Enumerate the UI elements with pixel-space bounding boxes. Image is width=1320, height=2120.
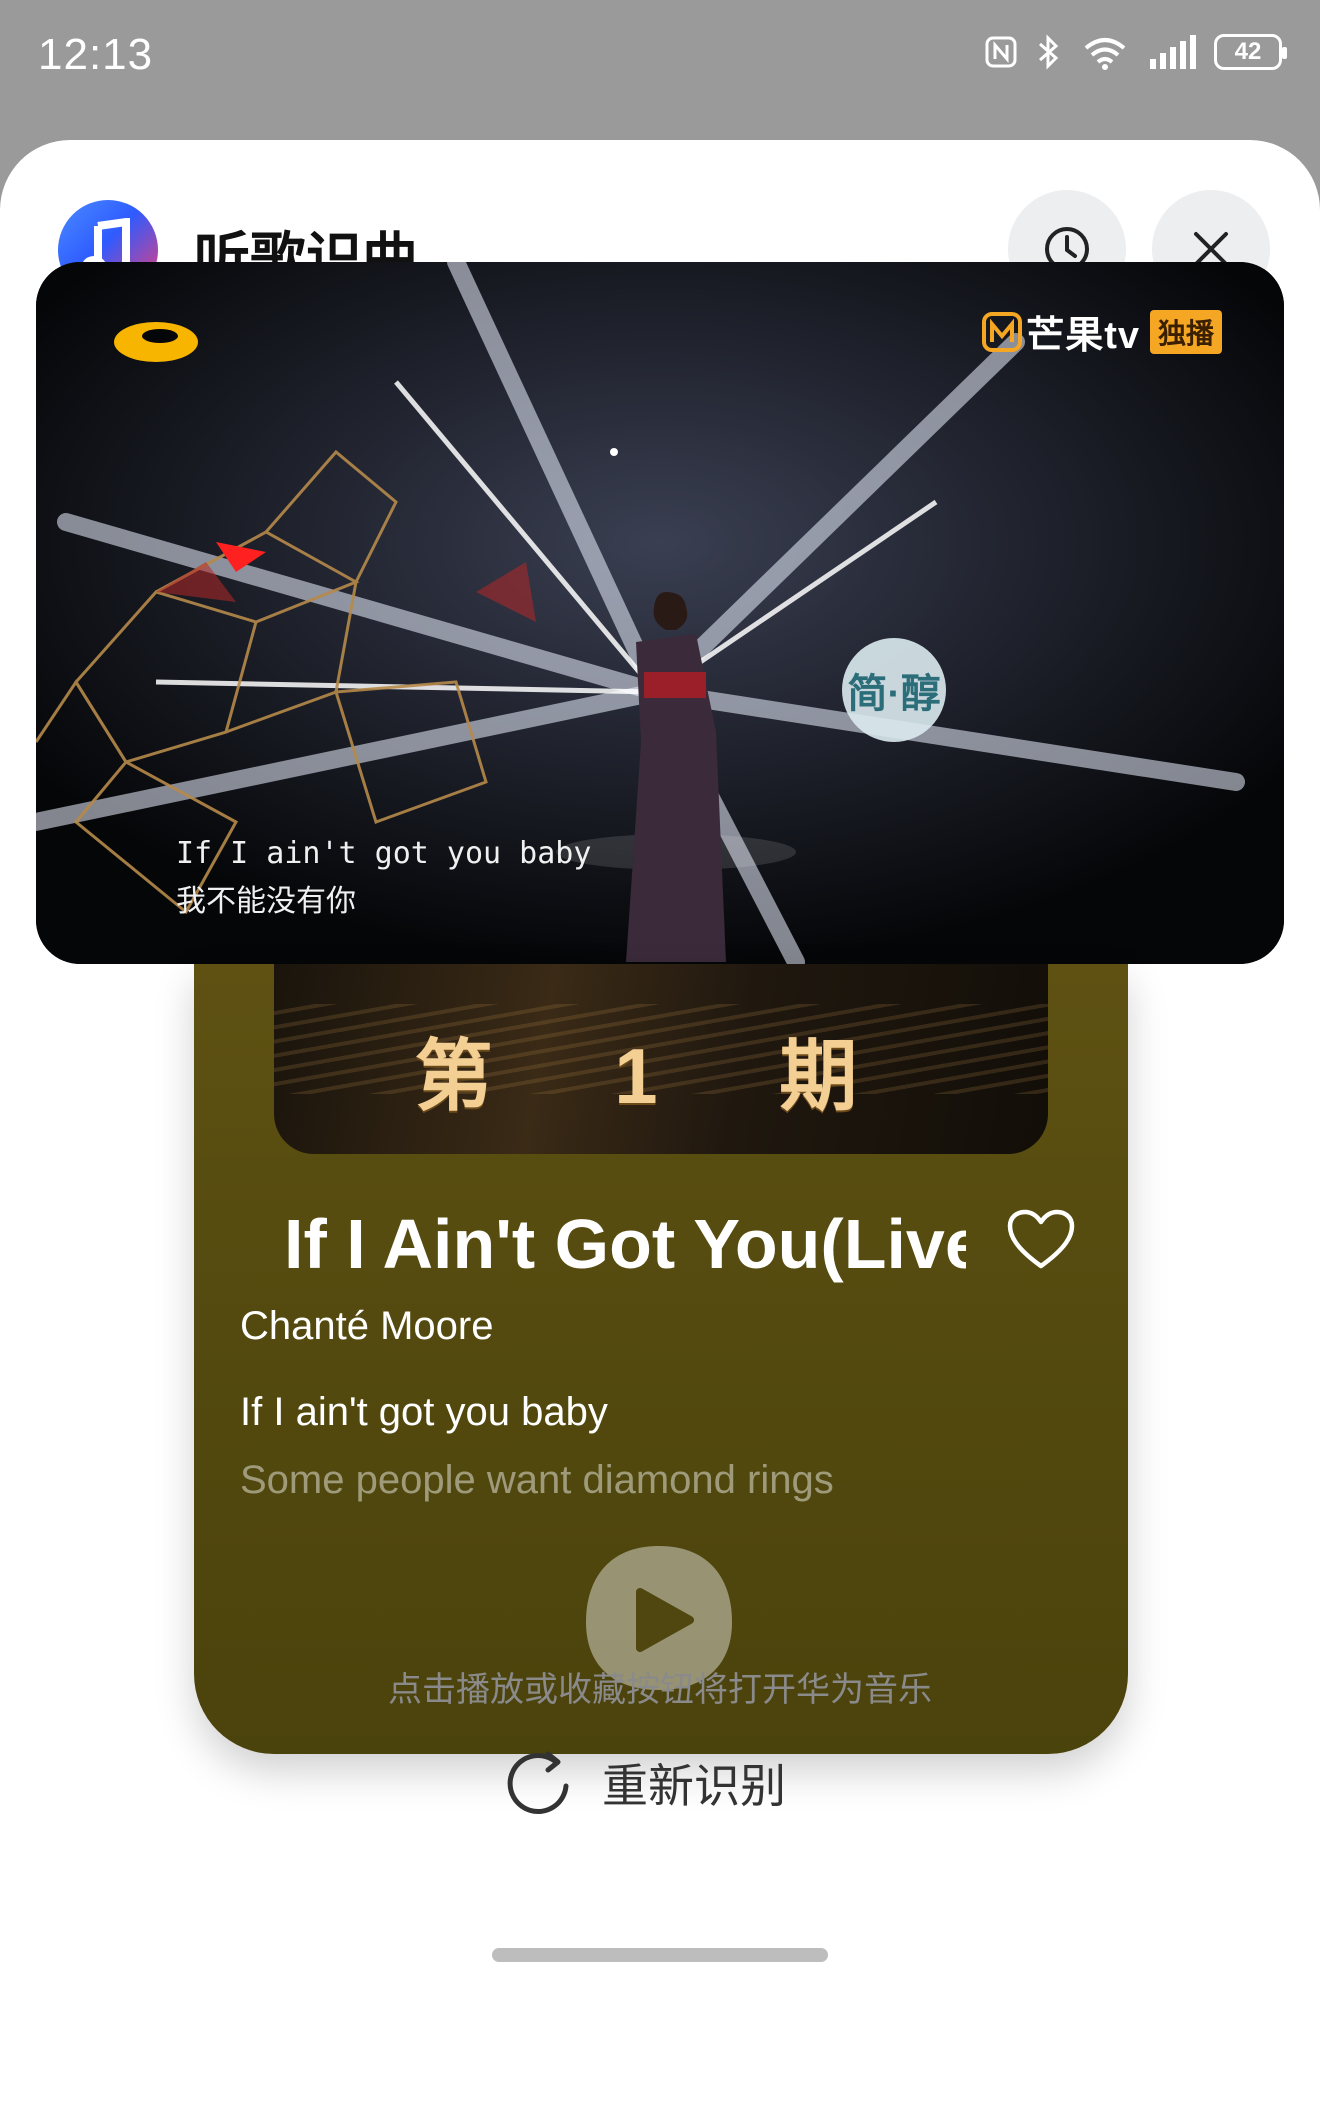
mango-m-icon [982,311,1023,352]
cover-label: 第 1 期 [414,1032,908,1120]
nfc-icon [985,36,1017,68]
open-app-hint: 点击播放或收藏按钮将打开华为音乐 [388,1671,932,1709]
battery-level: 42 [1234,38,1262,65]
bluetooth-icon [1039,34,1059,70]
status-bar: 12:13 42 [0,0,1320,120]
song-card: 第 1 期 If I Ain't Got You(Live) Chanté Mo… [194,964,1128,1754]
lyric-current-line: If I ain't got you baby [240,1390,608,1434]
channel-name: 芒果tv [1026,315,1140,357]
refresh-icon [507,1751,569,1814]
video-player[interactable]: 芒果tv 独播 简·醇 If I ain't got you baby 我不能没… [36,262,1284,964]
video-subtitle-zh: 我不能没有你 [176,884,356,919]
channel-badge: 独播 [1149,309,1222,354]
mango-tv-logo: 芒果tv 独播 [982,304,1222,359]
video-subtitle-en: If I ain't got you baby [176,836,592,871]
artist-name: Chanté Moore [240,1304,494,1348]
status-icons: 42 [984,34,1287,70]
hunan-tv-logo [114,322,198,362]
retry-label: 重新识别 [602,1760,786,1812]
battery-icon: 42 [1214,34,1287,70]
lyric-next-line: Some people want diamond rings [240,1458,834,1502]
song-title: If I Ain't Got You(Live) [284,1205,966,1283]
wifi-icon [1084,38,1126,70]
heart-icon [1007,1209,1075,1269]
status-time: 12:13 [38,30,154,79]
signal-icon [1150,35,1196,69]
home-indicator[interactable] [492,1948,828,1962]
album-cover: 第 1 期 [274,964,1048,1154]
favorite-button[interactable] [1006,1208,1076,1277]
retry-button[interactable]: 重新识别 [504,1748,786,1818]
sponsor-badge: 简·醇 [842,638,946,742]
